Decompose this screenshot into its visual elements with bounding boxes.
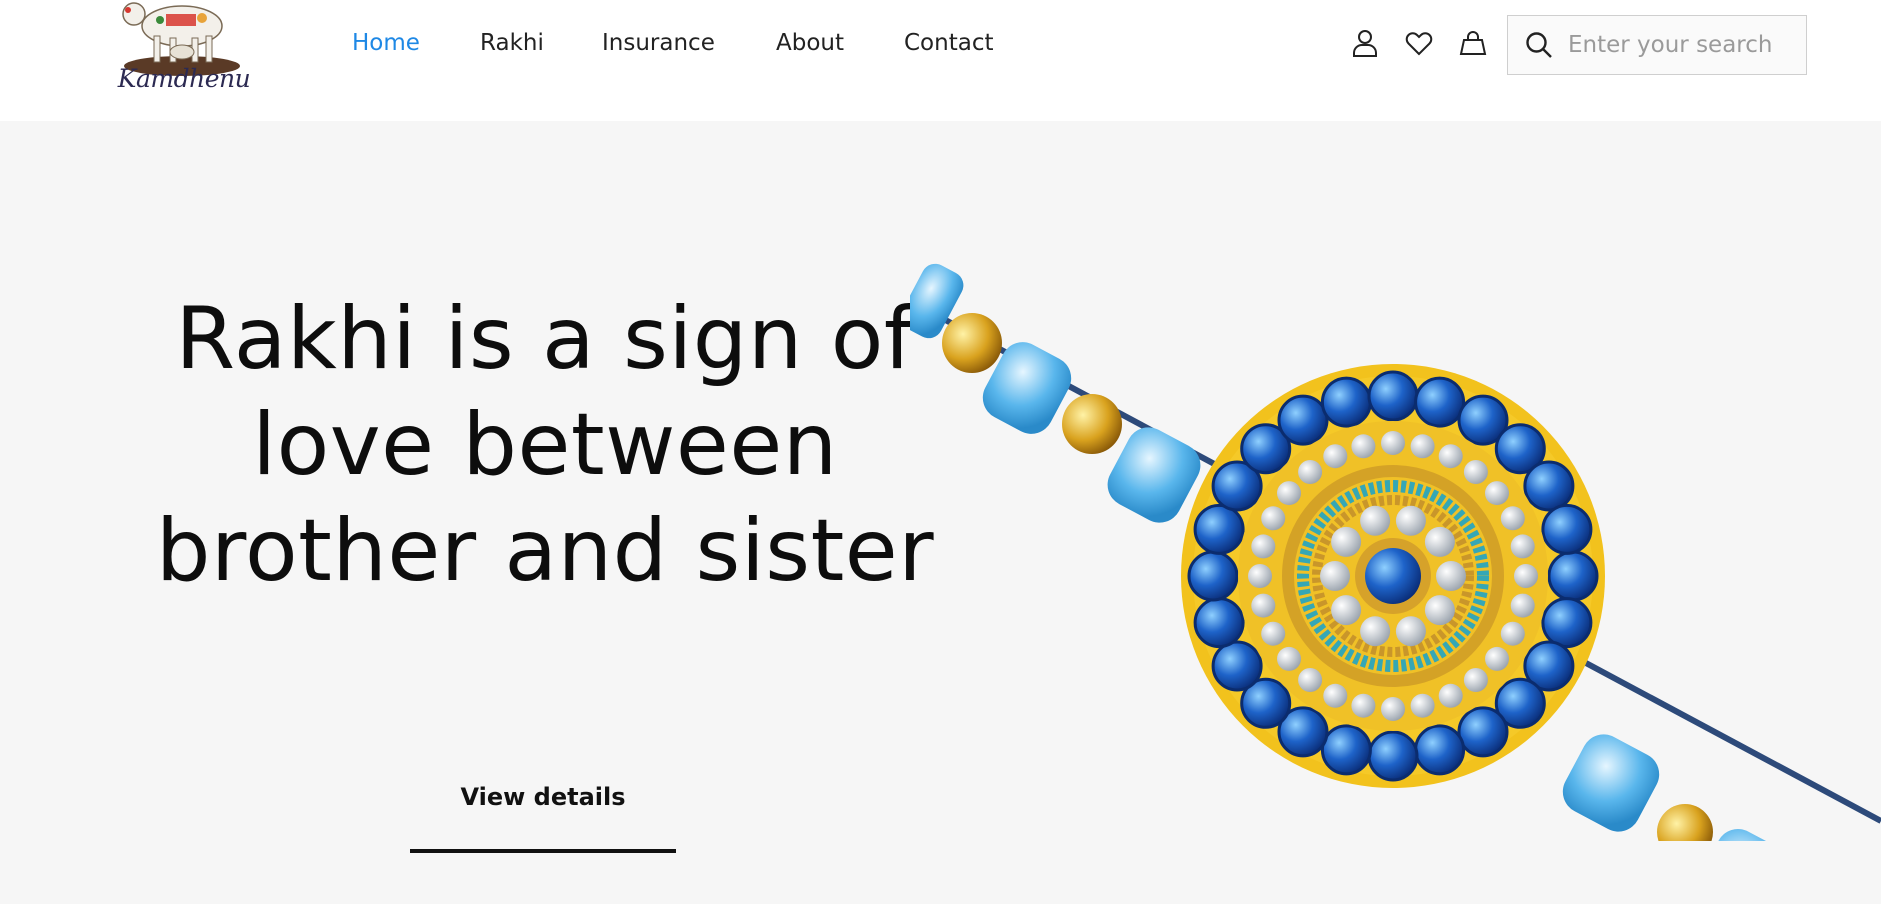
gem bbox=[1500, 506, 1525, 531]
heart-icon[interactable] bbox=[1404, 28, 1434, 58]
gem bbox=[1523, 460, 1575, 512]
gem bbox=[1410, 693, 1435, 718]
brand-logo[interactable]: Kamdhenu bbox=[104, 0, 264, 116]
search-box bbox=[1507, 15, 1807, 75]
nav-item-about[interactable]: About bbox=[776, 30, 844, 56]
nav-item-rakhi[interactable]: Rakhi bbox=[480, 30, 544, 56]
gem bbox=[1360, 505, 1391, 536]
nav-item-insurance[interactable]: Insurance bbox=[602, 30, 715, 56]
gem bbox=[1410, 434, 1435, 459]
bag-icon[interactable] bbox=[1458, 28, 1488, 58]
gem bbox=[1510, 593, 1535, 618]
hero-title: Rakhi is a sign of love between brother … bbox=[155, 289, 935, 601]
search-icon[interactable] bbox=[1524, 30, 1554, 60]
gem bbox=[1541, 597, 1593, 649]
gem bbox=[1298, 460, 1323, 484]
gem bbox=[1331, 526, 1362, 557]
gem bbox=[1547, 550, 1599, 602]
gem bbox=[1298, 668, 1323, 692]
gem bbox=[1510, 534, 1535, 559]
gem bbox=[1463, 668, 1488, 692]
cow-logo-icon bbox=[122, 2, 240, 76]
gem bbox=[1360, 616, 1391, 647]
rakhi-medallion bbox=[1181, 364, 1605, 788]
gem bbox=[1193, 597, 1245, 649]
user-icon[interactable] bbox=[1350, 28, 1380, 58]
gem bbox=[1438, 444, 1463, 469]
gem bbox=[1424, 595, 1455, 626]
gem bbox=[1261, 621, 1286, 646]
gem bbox=[1320, 376, 1372, 428]
gem bbox=[1436, 561, 1466, 591]
gem bbox=[1251, 534, 1276, 559]
gem bbox=[1381, 431, 1405, 455]
gem bbox=[1414, 724, 1466, 776]
gem bbox=[1351, 693, 1376, 718]
gem bbox=[1438, 683, 1463, 708]
logo-wordmark: Kamdhenu bbox=[117, 64, 251, 93]
gem bbox=[1485, 646, 1509, 671]
gem bbox=[1277, 481, 1301, 506]
gem bbox=[1320, 724, 1372, 776]
gem bbox=[1277, 646, 1301, 671]
gem bbox=[1277, 394, 1329, 446]
gem bbox=[1500, 621, 1525, 646]
gem bbox=[1514, 564, 1538, 588]
gem bbox=[1381, 697, 1405, 721]
gem bbox=[1367, 370, 1419, 422]
gem bbox=[1211, 640, 1263, 692]
gem bbox=[1395, 616, 1426, 647]
gem bbox=[1395, 505, 1426, 536]
gem bbox=[1331, 595, 1362, 626]
gem bbox=[1414, 376, 1466, 428]
cta-underline bbox=[410, 849, 676, 853]
search-input[interactable] bbox=[1568, 26, 1796, 64]
view-details-button[interactable]: View details bbox=[410, 771, 676, 829]
nav-item-contact[interactable]: Contact bbox=[904, 30, 993, 56]
gem bbox=[1261, 506, 1286, 531]
gem bbox=[1351, 434, 1376, 459]
gem bbox=[1323, 683, 1348, 708]
gem bbox=[1463, 460, 1488, 484]
gem bbox=[1367, 730, 1419, 782]
gem bbox=[1193, 503, 1245, 555]
nav-item-home[interactable]: Home bbox=[352, 30, 420, 56]
rakhi-product-image bbox=[910, 263, 1881, 841]
gem bbox=[1248, 564, 1272, 588]
gem bbox=[1251, 593, 1276, 618]
view-details-label: View details bbox=[460, 783, 626, 811]
gem bbox=[1541, 503, 1593, 555]
hero-banner: Rakhi is a sign of love between brother … bbox=[0, 121, 1881, 904]
gem bbox=[1323, 444, 1348, 469]
gem bbox=[1485, 481, 1509, 506]
gem bbox=[1424, 526, 1455, 557]
site-header: Kamdhenu Home Rakhi Insurance About Cont… bbox=[0, 0, 1881, 121]
gem bbox=[1187, 550, 1239, 602]
gem bbox=[1457, 706, 1509, 758]
gem bbox=[1320, 561, 1350, 591]
